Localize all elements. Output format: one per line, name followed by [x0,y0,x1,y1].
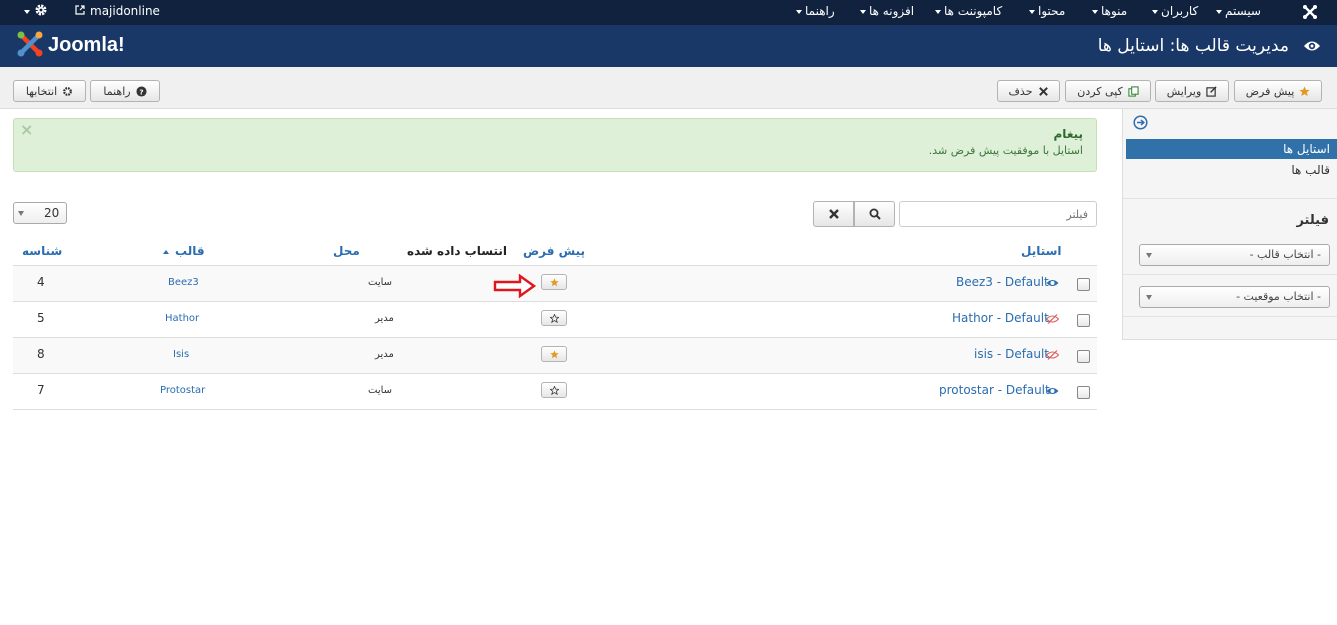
star-icon [549,277,559,286]
style-link[interactable]: protostar - Default [939,383,1050,397]
template-link[interactable]: Hathor [165,313,199,324]
copy-button[interactable]: کپی کردن [1065,80,1151,102]
menu-menus[interactable]: منوها [1092,4,1127,18]
list-limit-select[interactable]: 20 [13,202,67,224]
sidebar-item-templates[interactable]: قالب ها [1126,160,1337,180]
row-checkbox[interactable] [1077,386,1090,399]
red-arrow-icon [493,273,537,299]
col-header-template[interactable]: قالب [163,244,205,258]
chevron-down-icon [18,211,24,216]
table-row: protostar - Default سایت Protostar 7 [13,373,1097,409]
gear-icon[interactable] [34,3,48,17]
question-icon: ? [136,85,147,97]
location-text: مدیر [375,349,394,360]
svg-text:?: ? [139,87,143,96]
top-navbar: سیستم کاربران منوها محتوا کامپوننت ها اف… [0,0,1337,25]
id-text: 4 [37,275,45,289]
message-text: استایل با موفقیت پیش فرض شد. [928,144,1083,157]
col-header-style[interactable]: استایل [1021,244,1062,258]
chevron-down-icon [1146,295,1152,300]
table-bottom-border [13,409,1097,410]
toolbar: پیش فرض ویرایش کپی کردن حذف ? راهنما انت… [0,67,1337,109]
message-title: پیغام [1053,127,1083,141]
external-link-icon [75,5,85,15]
col-header-location[interactable]: محل [333,244,360,258]
col-header-default[interactable]: پیش فرض [523,244,585,258]
search-button[interactable] [854,201,895,227]
search-icon [869,208,881,220]
template-select[interactable]: - انتخاب قالب - [1139,244,1330,266]
menu-content[interactable]: محتوا [1029,4,1065,18]
default-toggle-button[interactable] [541,310,567,326]
star-icon [549,349,559,358]
options-button[interactable]: انتخابها [13,80,86,102]
template-link[interactable]: Protostar [160,385,205,396]
filter-title: فیلتر [1296,213,1329,228]
default-toggle-button[interactable] [541,274,567,290]
menu-help[interactable]: راهنما [796,4,835,18]
id-text: 7 [37,383,45,397]
menu-extensions[interactable]: افزونه ها [860,4,914,18]
col-header-assigned: انتساب داده شده [407,244,507,258]
row-checkbox[interactable] [1077,350,1090,363]
location-text: سایت [368,277,393,288]
col-header-id[interactable]: شناسه [22,244,62,258]
sort-asc-icon [163,249,169,254]
id-text: 8 [37,347,45,361]
id-text: 5 [37,311,45,325]
joomla-logo[interactable]: Joomla! [16,30,156,60]
row-checkbox[interactable] [1077,314,1090,327]
default-toggle-button[interactable] [541,382,567,398]
table-row: Beez3 - Default سایت Beez3 4 [13,265,1097,301]
style-link[interactable]: Beez3 - Default [956,275,1049,289]
menu-users[interactable]: کاربران [1152,4,1198,18]
row-checkbox[interactable] [1077,278,1090,291]
template-link[interactable]: Beez3 [168,277,199,288]
default-button[interactable]: پیش فرض [1234,80,1322,102]
eye-icon [1304,41,1320,51]
location-select[interactable]: - انتخاب موقعیت - [1139,286,1330,308]
star-empty-icon [549,385,559,395]
close-icon [1038,86,1048,96]
location-text: مدیر [375,313,394,324]
page-title: مدیریت قالب ها: استایل ها [1097,36,1289,56]
sidebar: استایل ها قالب ها فیلتر - انتخاب قالب - … [1122,109,1337,340]
table-row: isis - Default مدیر Isis 8 [13,337,1097,373]
sidebar-toggle-icon[interactable] [1133,115,1148,130]
table-row: Hathor - Default مدیر Hathor 5 [13,301,1097,337]
help-button[interactable]: ? راهنما [90,80,160,102]
divider [1123,316,1337,317]
logo-text: Joomla! [48,34,125,56]
delete-button[interactable]: حذف [997,80,1060,102]
edit-button[interactable]: ویرایش [1155,80,1229,102]
close-icon [828,209,839,219]
site-link[interactable]: majidonline [90,4,160,18]
chevron-down-icon[interactable] [24,10,30,14]
divider [1123,198,1337,199]
edit-icon [1206,85,1217,97]
joomla-menu-icon[interactable] [1302,4,1318,20]
divider [1123,274,1337,275]
page-header: Joomla! مدیریت قالب ها: استایل ها [0,25,1337,67]
chevron-down-icon [1146,253,1152,258]
menu-components[interactable]: کامپوننت ها [935,4,1002,18]
success-message: × پیغام استایل با موفقیت پیش فرض شد. [13,118,1097,172]
star-empty-icon [549,313,559,323]
clear-search-button[interactable] [813,201,854,227]
search-input[interactable] [899,201,1097,227]
style-link[interactable]: isis - Default [974,347,1049,361]
sidebar-item-styles[interactable]: استایل ها [1126,139,1337,159]
star-icon [1299,85,1310,96]
menu-system[interactable]: سیستم [1216,4,1261,18]
template-link[interactable]: Isis [173,349,189,360]
location-text: سایت [368,385,393,396]
style-link[interactable]: Hathor - Default [952,311,1049,325]
copy-icon [1128,85,1139,97]
default-toggle-button[interactable] [541,346,567,362]
close-icon[interactable]: × [20,120,33,139]
gear-icon [63,86,73,96]
